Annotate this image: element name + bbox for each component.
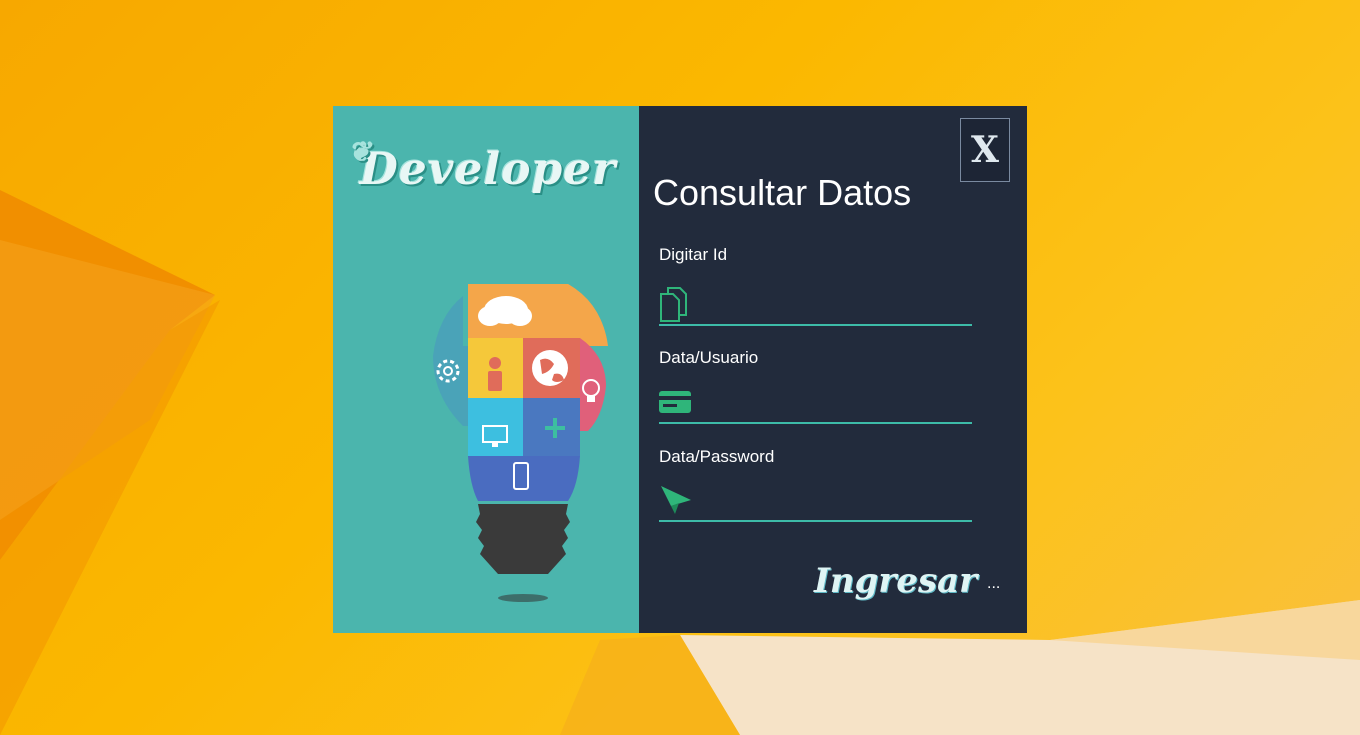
documents-icon xyxy=(659,287,693,322)
user-field xyxy=(659,381,972,424)
card-icon xyxy=(659,385,693,419)
close-button[interactable]: X xyxy=(960,118,1010,182)
flourish-ornament: ❦ xyxy=(349,138,372,168)
id-field-label: Digitar Id xyxy=(659,245,728,264)
password-field xyxy=(659,479,972,522)
ingresar-button[interactable]: Ingresar ... xyxy=(814,546,1014,616)
id-field xyxy=(659,283,972,326)
ingresar-ellipsis: ... xyxy=(987,575,1001,592)
close-icon: X xyxy=(971,129,999,171)
id-input[interactable] xyxy=(693,283,972,325)
password-input[interactable] xyxy=(693,479,972,521)
developer-logo: ❦ Developer xyxy=(349,138,623,195)
login-dialog: ❦ Developer X Consultar Datos Digitar Id… xyxy=(333,106,1027,633)
user-field-label: Data/Usuario xyxy=(659,348,759,367)
brand-panel: ❦ Developer xyxy=(333,106,639,633)
password-field-label: Data/Password xyxy=(659,447,775,466)
ingresar-label: Ingresar xyxy=(814,561,978,601)
form-panel: X Consultar Datos Digitar Id Data/Usuari… xyxy=(639,106,1027,633)
user-input[interactable] xyxy=(693,381,972,423)
lightbulb-illustration xyxy=(433,284,608,602)
logo-text: Developer xyxy=(359,144,617,195)
paper-plane-icon xyxy=(659,483,693,517)
page-title: Consultar Datos xyxy=(653,172,912,213)
